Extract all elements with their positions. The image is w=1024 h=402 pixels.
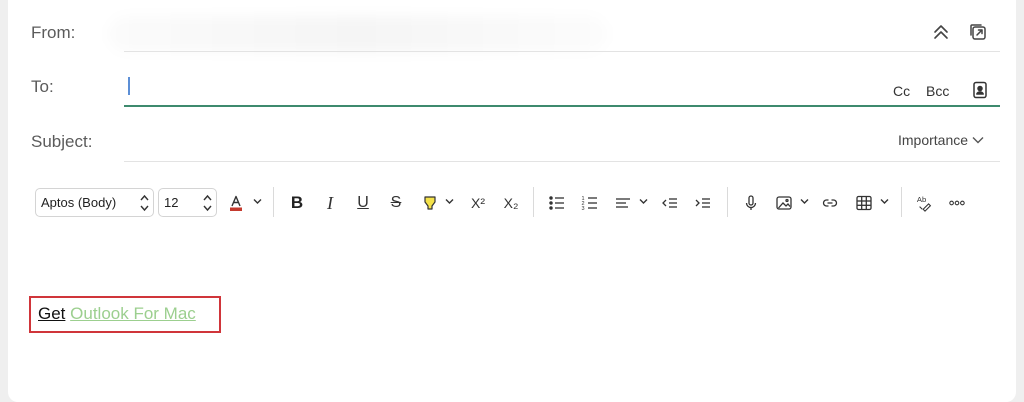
- insert-picture-button[interactable]: [773, 190, 795, 216]
- font-size-select[interactable]: 12: [158, 188, 217, 217]
- pop-out-window-icon[interactable]: [966, 20, 990, 44]
- chevron-down-icon[interactable]: [639, 197, 648, 206]
- collapse-header-icon[interactable]: [929, 20, 953, 44]
- subscript-button[interactable]: X₂: [499, 190, 523, 216]
- increase-indent-button[interactable]: [692, 190, 714, 216]
- subject-label: Subject:: [31, 132, 93, 151]
- subject-input[interactable]: [124, 122, 884, 158]
- increase-indent-icon: [695, 198, 710, 208]
- toolbar-separator: [273, 187, 274, 217]
- highlighter-icon: [424, 196, 436, 210]
- numbered-list-icon: 1 2 3: [582, 196, 597, 212]
- link-icon: [822, 199, 838, 207]
- align-left-icon: [616, 198, 630, 208]
- font-family-select[interactable]: Aptos (Body): [35, 188, 154, 217]
- font-size-value: 12: [164, 195, 179, 210]
- decrease-indent-icon: [662, 198, 677, 208]
- bcc-button[interactable]: Bcc: [926, 83, 949, 99]
- from-divider: [124, 51, 1000, 52]
- spelling-check-icon: Ab: [917, 195, 932, 212]
- chevron-down-icon: [972, 137, 984, 144]
- more-dots-icon: [949, 200, 965, 206]
- chevron-down-icon[interactable]: [253, 197, 262, 206]
- italic-button[interactable]: I: [319, 190, 341, 216]
- chevron-down-icon[interactable]: [800, 197, 809, 206]
- stepper-arrows-icon: [203, 194, 212, 212]
- importance-dropdown[interactable]: Importance: [898, 132, 984, 148]
- to-label: To:: [31, 77, 54, 96]
- decrease-indent-button[interactable]: [659, 190, 681, 216]
- editor-button[interactable]: Ab: [913, 190, 937, 216]
- dictate-button[interactable]: [740, 190, 762, 216]
- font-family-value: Aptos (Body): [41, 195, 117, 210]
- superscript-button[interactable]: X²: [466, 190, 490, 216]
- importance-label: Importance: [898, 132, 969, 148]
- from-field-blurred[interactable]: [108, 16, 608, 52]
- stepper-arrows-icon: [140, 194, 149, 212]
- from-label: From:: [31, 23, 76, 42]
- strikethrough-button[interactable]: S: [385, 190, 407, 216]
- outlook-for-mac-link[interactable]: Outlook For Mac: [70, 304, 196, 323]
- address-book-icon[interactable]: [968, 78, 992, 102]
- toolbar-separator: [533, 187, 534, 217]
- subject-divider: [124, 161, 1000, 162]
- svg-text:3: 3: [582, 206, 585, 212]
- bullet-list-button[interactable]: [546, 190, 568, 216]
- align-button[interactable]: [612, 190, 634, 216]
- bullet-list-icon: [549, 196, 564, 210]
- toolbar-separator: [727, 187, 728, 217]
- cc-button[interactable]: Cc: [893, 83, 910, 99]
- underline-button[interactable]: U: [352, 190, 374, 216]
- to-input[interactable]: [124, 66, 884, 104]
- picture-icon: [776, 196, 792, 210]
- signature-prefix: Get: [38, 304, 66, 323]
- more-options-button[interactable]: [946, 190, 968, 216]
- svg-text:Ab: Ab: [917, 195, 926, 204]
- compose-window: From: To: Cc Bcc Subject: Importance Apt…: [8, 0, 1016, 402]
- microphone-icon: [745, 195, 757, 210]
- font-color-button[interactable]: [225, 190, 247, 216]
- insert-table-button[interactable]: [853, 190, 875, 216]
- toolbar-separator: [901, 187, 902, 217]
- chevron-down-icon[interactable]: [880, 197, 889, 206]
- to-field-underline: [124, 105, 1000, 107]
- table-icon: [856, 195, 872, 211]
- insert-link-button[interactable]: [819, 190, 841, 216]
- font-color-icon: [230, 195, 242, 211]
- numbered-list-button[interactable]: 1 2 3: [579, 190, 601, 216]
- chevron-down-icon[interactable]: [445, 197, 454, 206]
- signature-line: Get Outlook For Mac: [38, 304, 196, 324]
- highlight-button[interactable]: [419, 190, 441, 216]
- bold-button[interactable]: B: [286, 190, 308, 216]
